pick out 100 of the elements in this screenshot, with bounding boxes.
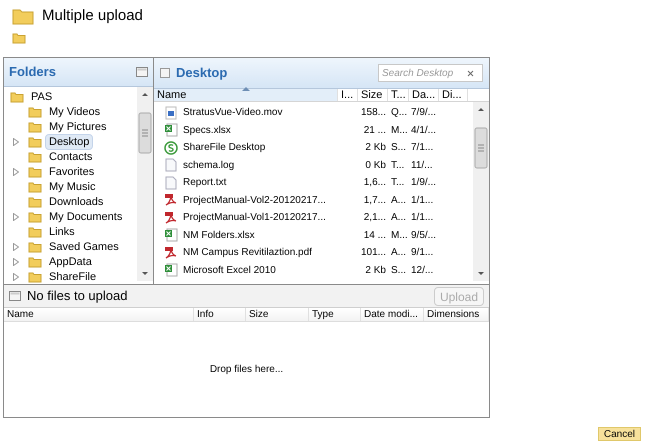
file-size: 1,7...	[362, 194, 387, 208]
expand-icon[interactable]	[13, 258, 19, 266]
upload-status: No files to upload	[27, 287, 128, 306]
column-header[interactable]: Size	[246, 308, 309, 321]
file-name: ProjectManual-Vol1-20120217...	[183, 211, 326, 226]
spreadsheet-file-icon	[164, 123, 178, 138]
expand-icon[interactable]	[13, 242, 19, 250]
folder-tree-item[interactable]: Links	[45, 224, 79, 240]
file-date: 7/9/...	[410, 106, 438, 120]
file-size: 21 ...	[362, 124, 387, 138]
scrollbar[interactable]	[473, 102, 489, 281]
file-name: StratusVue-Video.mov	[183, 106, 282, 120]
column-header[interactable]: Date modi...	[361, 308, 424, 321]
folder-tree-item[interactable]: Desktop	[45, 134, 94, 150]
column-header[interactable]: Size	[358, 89, 388, 101]
folder-tree-item[interactable]: PAS	[27, 88, 56, 104]
folder-icon	[12, 32, 26, 44]
scrollbar[interactable]	[137, 87, 153, 281]
file-row[interactable]: Report.txt 1,6... T... 1/9/...	[154, 174, 473, 192]
file-row[interactable]: ProjectManual-Vol2-20120217... 1,7... A... 1/1...	[154, 192, 473, 209]
file-size: 2,1...	[362, 211, 387, 226]
pdf-file-icon	[164, 246, 178, 260]
column-header[interactable]: Name	[154, 89, 338, 101]
file-date: 12/...	[410, 264, 434, 278]
cancel-button[interactable]: Cancel	[598, 427, 641, 441]
file-type: T...	[390, 158, 406, 173]
folder-icon	[28, 270, 42, 282]
file-date: 7/1...	[410, 141, 434, 156]
file-type: M...	[390, 228, 409, 243]
search-field[interactable]: Search Desktop	[378, 64, 483, 82]
expand-icon[interactable]	[13, 272, 19, 280]
file-row[interactable]: Specs.xlsx 21 ... M... 4/1/...	[154, 122, 473, 139]
folder-tree-item[interactable]: Downloads	[45, 194, 108, 210]
file-name: Report.txt	[183, 176, 226, 190]
file-size: 1,6...	[362, 176, 387, 190]
file-name: ShareFile Desktop	[183, 141, 266, 156]
folder-tree-item[interactable]: My Pictures	[45, 118, 110, 134]
circle-s-icon	[164, 140, 178, 155]
file-type: A...	[390, 211, 408, 226]
folder-icon	[28, 150, 42, 162]
folder-icon	[28, 256, 42, 268]
folder-icon	[10, 90, 24, 102]
file-name: NM Campus Revitilaztion.pdf	[183, 246, 312, 260]
folder-tree-item[interactable]: AppData	[45, 254, 96, 270]
folder-tree-item[interactable]: My Videos	[45, 104, 104, 120]
column-header[interactable]: Dimensions	[424, 308, 489, 321]
folder-icon	[28, 226, 42, 238]
spreadsheet-file-icon	[164, 228, 178, 242]
folder-icon	[12, 7, 34, 25]
file-size: 0 Kb	[364, 158, 387, 173]
expand-icon[interactable]	[13, 138, 19, 146]
column-header[interactable]: T...	[388, 89, 409, 101]
folder-icon	[28, 166, 42, 178]
select-all-checkbox[interactable]	[160, 68, 170, 78]
folder-icon	[28, 120, 42, 132]
file-date: 9/1...	[410, 246, 434, 260]
window-title: Multiple upload	[42, 6, 143, 26]
file-name: ProjectManual-Vol2-20120217...	[183, 194, 326, 208]
document-icon	[165, 176, 177, 190]
file-date: 1/1...	[410, 194, 434, 208]
file-size: 14 ...	[362, 228, 387, 243]
panel-toggle-icon[interactable]	[9, 291, 21, 301]
folder-tree-item[interactable]: My Music	[45, 178, 100, 194]
folder-tree-item[interactable]: My Documents	[45, 208, 126, 224]
column-header[interactable]: Info	[194, 308, 246, 321]
file-row[interactable]: NM Folders.xlsx 14 ... M... 9/5/...	[154, 226, 473, 244]
expand-icon[interactable]	[13, 212, 19, 220]
file-row[interactable]: ProjectManual-Vol1-20120217... 2,1... A... 1/1...	[154, 209, 473, 226]
file-row[interactable]: schema.log 0 Kb T... 11/...	[154, 156, 473, 174]
folder-tree-item[interactable]: Saved Games	[45, 238, 123, 254]
file-date: 11/...	[410, 158, 434, 173]
file-name: Specs.xlsx	[183, 124, 231, 138]
column-header[interactable]: I...	[338, 89, 358, 101]
file-name: schema.log	[183, 158, 234, 173]
panel-toggle-icon[interactable]	[136, 67, 148, 77]
folder-tree-item[interactable]: ShareFile	[45, 268, 100, 284]
column-header[interactable]: Da...	[409, 89, 439, 101]
panel-title: Desktop	[176, 64, 228, 82]
file-row[interactable]: ShareFile Desktop 2 Kb S... 7/1...	[154, 139, 473, 156]
pdf-file-icon	[164, 210, 178, 225]
column-header[interactable]: Name	[4, 308, 194, 321]
file-row[interactable]: StratusVue-Video.mov 158... Q... 7/9/...	[154, 104, 473, 122]
video-file-icon	[165, 106, 177, 120]
folder-tree-item[interactable]: Contacts	[45, 148, 96, 164]
file-date: 9/5/...	[410, 228, 438, 243]
close-icon[interactable]	[467, 70, 474, 76]
column-header[interactable]: Di...	[439, 89, 468, 101]
folder-tree-item[interactable]: Favorites	[45, 164, 98, 180]
folder-icon	[28, 210, 42, 222]
file-date: 1/9/...	[410, 176, 438, 190]
file-size: 101...	[360, 246, 387, 260]
file-row[interactable]: Microsoft Excel 2010 2 Kb S... 12/...	[154, 262, 473, 279]
folder-icon	[28, 180, 42, 192]
expand-icon[interactable]	[13, 168, 19, 176]
file-name: Microsoft Excel 2010	[183, 264, 276, 278]
file-row[interactable]: NM Campus Revitilaztion.pdf 101... A... 9/1...	[154, 244, 473, 262]
folder-icon	[28, 106, 42, 118]
column-header[interactable]: Type	[309, 308, 361, 321]
file-date: 4/1/...	[410, 124, 438, 138]
pdf-file-icon	[164, 193, 178, 208]
